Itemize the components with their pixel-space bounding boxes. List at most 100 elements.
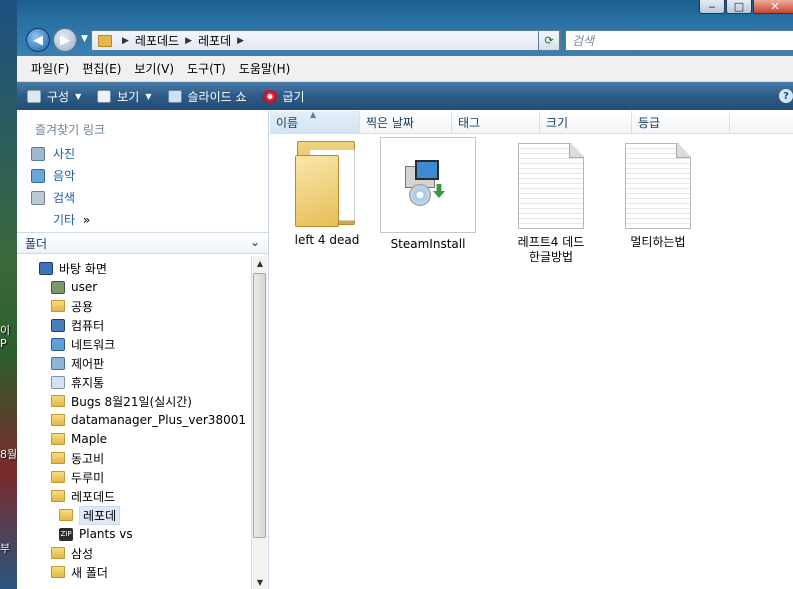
column-header-rating[interactable]: 등급 <box>632 111 730 134</box>
column-header-tags[interactable]: 태그 <box>452 111 540 134</box>
desktop-label: 이 <box>0 324 11 337</box>
column-header-name[interactable]: ▲ 이름 <box>270 110 360 134</box>
sort-ascending-icon: ▲ <box>310 110 317 119</box>
tree-item-control-panel[interactable]: 제어판 <box>51 354 104 372</box>
organize-label: 구성 <box>47 89 70 104</box>
favorite-label: 검색 <box>53 191 76 205</box>
zip-icon: ZIP <box>59 527 73 541</box>
chevron-down-icon: ▼ <box>145 91 152 101</box>
breadcrumb-item[interactable]: 레포데 <box>198 32 231 49</box>
favorite-searches[interactable]: 검색 <box>31 189 75 206</box>
tree-item-repodeudeu[interactable]: 레포데드 <box>51 487 115 505</box>
desktop-background: 이 P 8월 부 <box>0 0 17 589</box>
views-icon <box>97 89 112 103</box>
menu-file[interactable]: 파일(F) <box>31 60 69 77</box>
views-button[interactable]: 보기 ▼ <box>97 88 152 105</box>
folder-icon <box>98 34 112 47</box>
menu-edit[interactable]: 편집(E) <box>82 60 121 77</box>
folder-icon <box>293 135 361 227</box>
folders-header[interactable]: 폴더 ⌄ <box>17 232 268 254</box>
tree-item-computer[interactable]: 컴퓨터 <box>51 316 104 334</box>
favorite-label: 사진 <box>53 147 76 161</box>
file-item[interactable]: left 4 dead <box>272 135 382 248</box>
tree-item-recycle-bin[interactable]: 휴지통 <box>51 373 104 391</box>
more-favorites-link[interactable]: 기타 » <box>53 211 90 228</box>
folder-icon <box>51 414 65 426</box>
tree-item-datamanager[interactable]: datamanager_Plus_ver38001 <box>51 411 246 429</box>
address-bar[interactable]: ▶ 레포데드 ▶ 레포데 ▶ ▼ <box>91 30 561 51</box>
recent-pages-dropdown[interactable]: ▼ <box>81 34 88 44</box>
window-titlebar: ‒ □ ✕ ◀ ▶ ▼ ▶ 레포데드 ▶ 레포데 ▶ ▼ ⟳ 검색 <box>17 0 793 56</box>
tree-item-samsung[interactable]: 삼성 <box>51 544 93 562</box>
document-icon <box>518 143 584 229</box>
user-folder-icon <box>51 280 65 294</box>
file-item[interactable]: 레프트4 데드 한글방법 <box>496 143 606 265</box>
chevron-right-icon[interactable]: ▶ <box>122 36 129 46</box>
help-icon[interactable]: ? <box>779 89 793 103</box>
scrollbar-thumb[interactable] <box>253 273 266 538</box>
forward-button[interactable]: ▶ <box>53 28 77 52</box>
tree-item-durumi[interactable]: 두루미 <box>51 468 104 486</box>
folder-icon <box>51 490 65 502</box>
desktop-label: 부 <box>0 542 11 555</box>
folder-tree-scrollbar[interactable]: ▲ ▼ <box>251 256 267 589</box>
file-item[interactable]: 멀티하는법 <box>603 143 713 250</box>
favorites-title: 즐겨찾기 링크 <box>35 123 106 137</box>
slideshow-button[interactable]: 슬라이드 쇼 <box>167 88 247 105</box>
menu-help[interactable]: 도움말(H) <box>239 60 291 77</box>
maximize-button[interactable]: □ <box>726 0 752 14</box>
file-label: 레프트4 데드 한글방법 <box>517 235 585 264</box>
file-label: left 4 dead <box>294 233 360 247</box>
tree-item-plants-vs[interactable]: ZIP Plants vs <box>59 525 133 543</box>
search-input[interactable]: 검색 <box>565 30 793 51</box>
refresh-button[interactable]: ⟳ <box>538 30 560 51</box>
file-list-pane: ▲ 이름 찍은 날짜 태그 크기 등급 left 4 dead SteamIns… <box>270 110 793 589</box>
folders-title: 폴더 <box>25 236 48 251</box>
organize-button[interactable]: 구성 ▼ <box>27 88 81 105</box>
double-chevron-icon: » <box>82 213 91 227</box>
installer-icon <box>380 137 476 233</box>
menu-bar: 파일(F) 편집(E) 보기(V) 도구(T) 도움말(H) <box>17 56 793 82</box>
burn-disc-icon <box>262 89 277 103</box>
tree-item-donggobi[interactable]: 동고비 <box>51 449 104 467</box>
organize-icon <box>27 89 41 103</box>
search-icon <box>31 190 45 205</box>
tree-item-maple[interactable]: Maple <box>51 430 107 448</box>
explorer-window: ‒ □ ✕ ◀ ▶ ▼ ▶ 레포데드 ▶ 레포데 ▶ ▼ ⟳ 검색 파일(F) … <box>17 0 793 589</box>
chevron-down-icon: ▼ <box>75 91 82 101</box>
tree-item-bugs[interactable]: Bugs 8월21일(실시간) <box>51 392 192 410</box>
recycle-bin-icon <box>51 375 65 389</box>
scroll-up-icon[interactable]: ▲ <box>252 256 268 270</box>
file-item[interactable]: SteamInstall <box>373 137 483 252</box>
favorite-music[interactable]: 음악 <box>31 167 75 184</box>
network-icon <box>51 337 65 351</box>
chevron-right-icon[interactable]: ▶ <box>237 36 244 46</box>
tree-item-repode[interactable]: 레포데 <box>59 505 121 525</box>
tree-item-user[interactable]: user <box>51 278 97 296</box>
chevron-right-icon[interactable]: ▶ <box>185 36 192 46</box>
tree-item-network[interactable]: 네트워크 <box>51 335 115 353</box>
scroll-down-icon[interactable]: ▼ <box>252 575 268 589</box>
tree-item-public[interactable]: 공용 <box>51 297 93 315</box>
burn-button[interactable]: 굽기 <box>262 88 305 105</box>
tree-item-new-folder[interactable]: 새 폴더 <box>51 563 108 581</box>
close-button[interactable]: ✕ <box>753 0 793 14</box>
chevron-down-icon[interactable]: ⌄ <box>250 235 260 249</box>
back-button[interactable]: ◀ <box>26 28 50 52</box>
favorite-pictures[interactable]: 사진 <box>31 145 75 162</box>
menu-tools[interactable]: 도구(T) <box>187 60 226 77</box>
file-label: SteamInstall <box>390 237 466 251</box>
column-header-date-taken[interactable]: 찍은 날짜 <box>360 111 452 134</box>
folder-icon <box>51 547 65 559</box>
menu-view[interactable]: 보기(V) <box>134 60 174 77</box>
tree-item-desktop[interactable]: 바탕 화면 <box>39 259 107 277</box>
control-panel-icon <box>51 356 65 370</box>
file-label: 멀티하는법 <box>630 235 686 249</box>
favorite-label: 음악 <box>53 169 76 183</box>
breadcrumb-item[interactable]: 레포데드 <box>135 32 179 49</box>
minimize-button[interactable]: ‒ <box>699 0 725 14</box>
folder-icon <box>51 300 65 312</box>
column-header-size[interactable]: 크기 <box>540 111 632 134</box>
folder-icon <box>51 452 65 464</box>
arrow-left-icon: ◀ <box>33 32 43 48</box>
